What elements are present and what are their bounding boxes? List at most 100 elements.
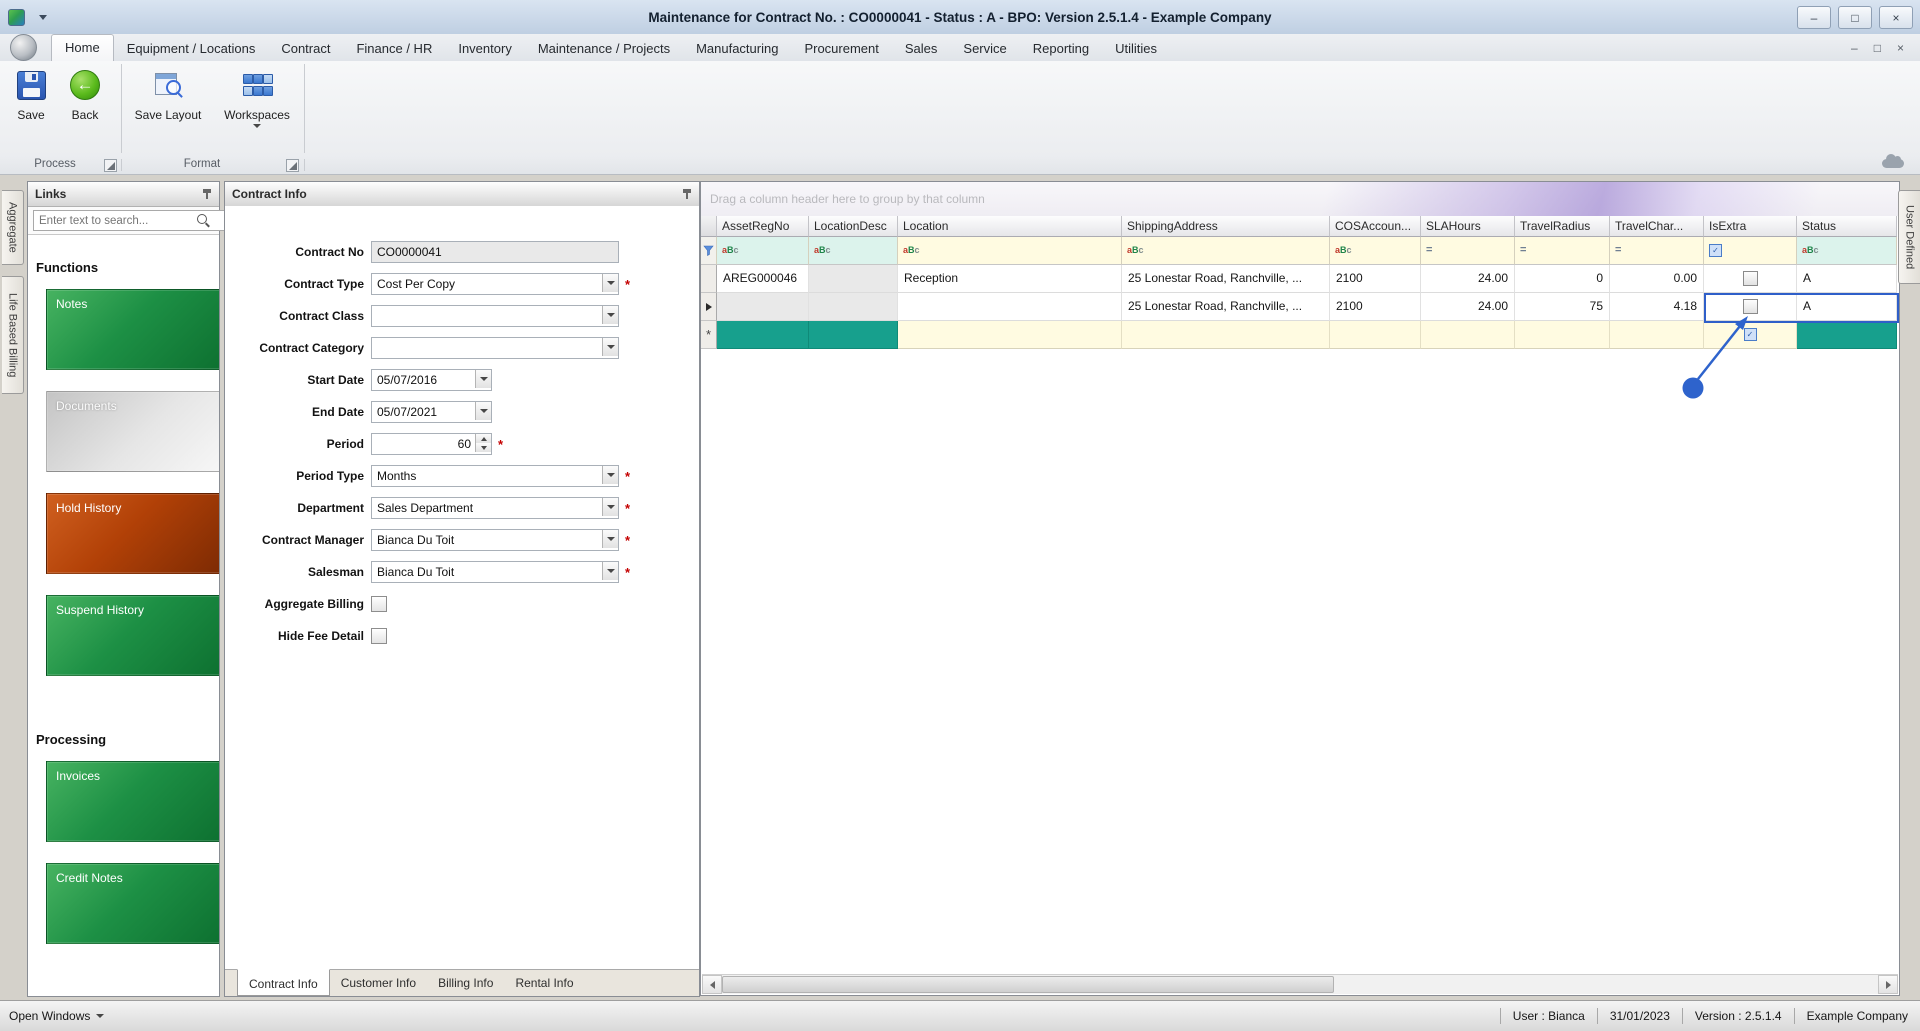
side-tab-life-based-billing[interactable]: Life Based Billing [2, 276, 24, 394]
grid-cell-status[interactable]: A [1797, 265, 1897, 293]
new-row-cell-travelradius[interactable] [1515, 321, 1610, 349]
grid-cell-assetregno[interactable] [717, 293, 809, 321]
filter-cell-assetregno[interactable]: aBc [717, 237, 809, 265]
start-date-field[interactable]: 05/07/2016 [371, 369, 492, 391]
period-type-field[interactable]: Months [371, 465, 619, 487]
grid-cell-locationdesc[interactable] [809, 293, 898, 321]
ribbon-tab-contract[interactable]: Contract [268, 36, 343, 61]
cloud-icon[interactable] [1882, 159, 1904, 168]
dropdown-button[interactable] [602, 466, 618, 484]
links-button-credit-notes[interactable]: Credit Notes [46, 863, 219, 944]
column-header-status[interactable]: Status [1797, 216, 1897, 237]
process-dialog-launcher[interactable] [104, 159, 117, 172]
contract-type-field[interactable]: Cost Per Copy [371, 273, 619, 295]
contract-category-field[interactable] [371, 337, 619, 359]
format-dialog-launcher[interactable] [286, 159, 299, 172]
grid-cell-assetregno[interactable]: AREG000046 [717, 265, 809, 293]
salesman-field[interactable]: Bianca Du Toit [371, 561, 619, 583]
row-indicator[interactable] [701, 293, 717, 321]
grid-cell-cosaccoun[interactable]: 2100 [1330, 265, 1421, 293]
tab-rental-info[interactable]: Rental Info [504, 970, 584, 996]
department-field[interactable]: Sales Department [371, 497, 619, 519]
column-header-shippingaddress[interactable]: ShippingAddress [1122, 216, 1330, 237]
scroll-left-button[interactable] [702, 975, 722, 994]
ribbon-tab-maintenance-projects[interactable]: Maintenance / Projects [525, 36, 683, 61]
dropdown-button[interactable] [475, 402, 491, 420]
links-button-invoices[interactable]: Invoices [46, 761, 219, 842]
filter-cell-shippingaddress[interactable]: aBc [1122, 237, 1330, 265]
scrollbar-track[interactable] [722, 975, 1878, 994]
save-button[interactable]: Save [6, 68, 56, 122]
dropdown-button[interactable] [475, 370, 491, 388]
grid-cell-travelradius[interactable]: 75 [1515, 293, 1610, 321]
dropdown-button[interactable] [602, 562, 618, 580]
save-layout-button[interactable]: Save Layout [128, 68, 208, 122]
filter-cell-slahours[interactable]: = [1421, 237, 1515, 265]
grid-cell-shippingaddress[interactable]: 25 Lonestar Road, Ranchville, ... [1122, 293, 1330, 321]
group-by-panel[interactable]: Drag a column header here to group by th… [701, 182, 1899, 216]
filter-cell-location[interactable]: aBc [898, 237, 1122, 265]
new-row-indicator[interactable]: * [701, 321, 717, 349]
column-header-cosaccoun[interactable]: COSAccoun... [1330, 216, 1421, 237]
aggregate-billing-checkbox[interactable] [371, 596, 387, 612]
isextra-checkbox[interactable] [1743, 299, 1758, 314]
new-row-cell-assetregno[interactable] [717, 321, 809, 349]
contract-no-field[interactable]: CO0000041 [371, 241, 619, 263]
grid-cell-travelradius[interactable]: 0 [1515, 265, 1610, 293]
dropdown-button[interactable] [602, 498, 618, 516]
filter-cell-status[interactable]: aBc [1797, 237, 1897, 265]
mdi-maximize-button[interactable]: □ [1874, 41, 1881, 55]
grid-cell-locationdesc[interactable] [809, 265, 898, 293]
filter-cell-locationdesc[interactable]: aBc [809, 237, 898, 265]
column-header-travelchar[interactable]: TravelChar... [1610, 216, 1704, 237]
dropdown-button[interactable] [602, 306, 618, 324]
grid-cell-shippingaddress[interactable]: 25 Lonestar Road, Ranchville, ... [1122, 265, 1330, 293]
mdi-close-button[interactable]: × [1897, 41, 1904, 55]
ribbon-tab-reporting[interactable]: Reporting [1020, 36, 1102, 61]
isextra-checkbox[interactable] [1743, 271, 1758, 286]
grid-cell-isextra[interactable] [1704, 293, 1797, 321]
grid-cell-location[interactable] [898, 293, 1122, 321]
column-header-assetregno[interactable]: AssetRegNo [717, 216, 809, 237]
grid-cell-slahours[interactable]: 24.00 [1421, 293, 1515, 321]
dropdown-button[interactable] [602, 530, 618, 548]
maximize-button[interactable]: □ [1838, 6, 1872, 29]
new-row-cell-travelchar[interactable] [1610, 321, 1704, 349]
tab-customer-info[interactable]: Customer Info [330, 970, 427, 996]
grid-cell-travelchar[interactable]: 0.00 [1610, 265, 1704, 293]
dropdown-button[interactable] [602, 274, 618, 292]
back-button[interactable]: ← Back [60, 68, 110, 122]
grid-cell-status[interactable]: A [1797, 293, 1897, 321]
workspaces-button[interactable]: Workspaces [214, 68, 300, 128]
grid-cell-location[interactable]: Reception [898, 265, 1122, 293]
column-header-isextra[interactable]: IsExtra [1704, 216, 1797, 237]
grid-cell-cosaccoun[interactable]: 2100 [1330, 293, 1421, 321]
filter-cell-travelchar[interactable]: = [1610, 237, 1704, 265]
column-header-locationdesc[interactable]: LocationDesc [809, 216, 898, 237]
side-tab-user-defined[interactable]: User Defined [1898, 190, 1920, 284]
spin-down-button[interactable] [476, 443, 491, 452]
grid-cell-slahours[interactable]: 24.00 [1421, 265, 1515, 293]
links-button-notes[interactable]: Notes [46, 289, 219, 370]
ribbon-tab-service[interactable]: Service [950, 36, 1019, 61]
close-button[interactable]: × [1879, 6, 1913, 29]
ribbon-tab-sales[interactable]: Sales [892, 36, 951, 61]
column-header-slahours[interactable]: SLAHours [1421, 216, 1515, 237]
new-row-cell-slahours[interactable] [1421, 321, 1515, 349]
links-button-suspend-history[interactable]: Suspend History [46, 595, 219, 676]
ribbon-tab-equipment-locations[interactable]: Equipment / Locations [114, 36, 269, 61]
spin-up-button[interactable] [476, 434, 491, 443]
ribbon-tab-home[interactable]: Home [51, 34, 114, 61]
new-row-cell-location[interactable] [898, 321, 1122, 349]
ribbon-tab-manufacturing[interactable]: Manufacturing [683, 36, 791, 61]
side-tab-aggregate[interactable]: Aggregate [2, 190, 24, 265]
tab-billing-info[interactable]: Billing Info [427, 970, 504, 996]
end-date-field[interactable]: 05/07/2021 [371, 401, 492, 423]
minimize-button[interactable]: – [1797, 6, 1831, 29]
hide-fee-detail-checkbox[interactable] [371, 628, 387, 644]
grid-cell-isextra[interactable] [1704, 265, 1797, 293]
contract-class-field[interactable] [371, 305, 619, 327]
filter-cell-cosaccoun[interactable]: aBc [1330, 237, 1421, 265]
links-button-documents[interactable]: Documents [46, 391, 219, 472]
search-icon[interactable] [197, 214, 207, 224]
